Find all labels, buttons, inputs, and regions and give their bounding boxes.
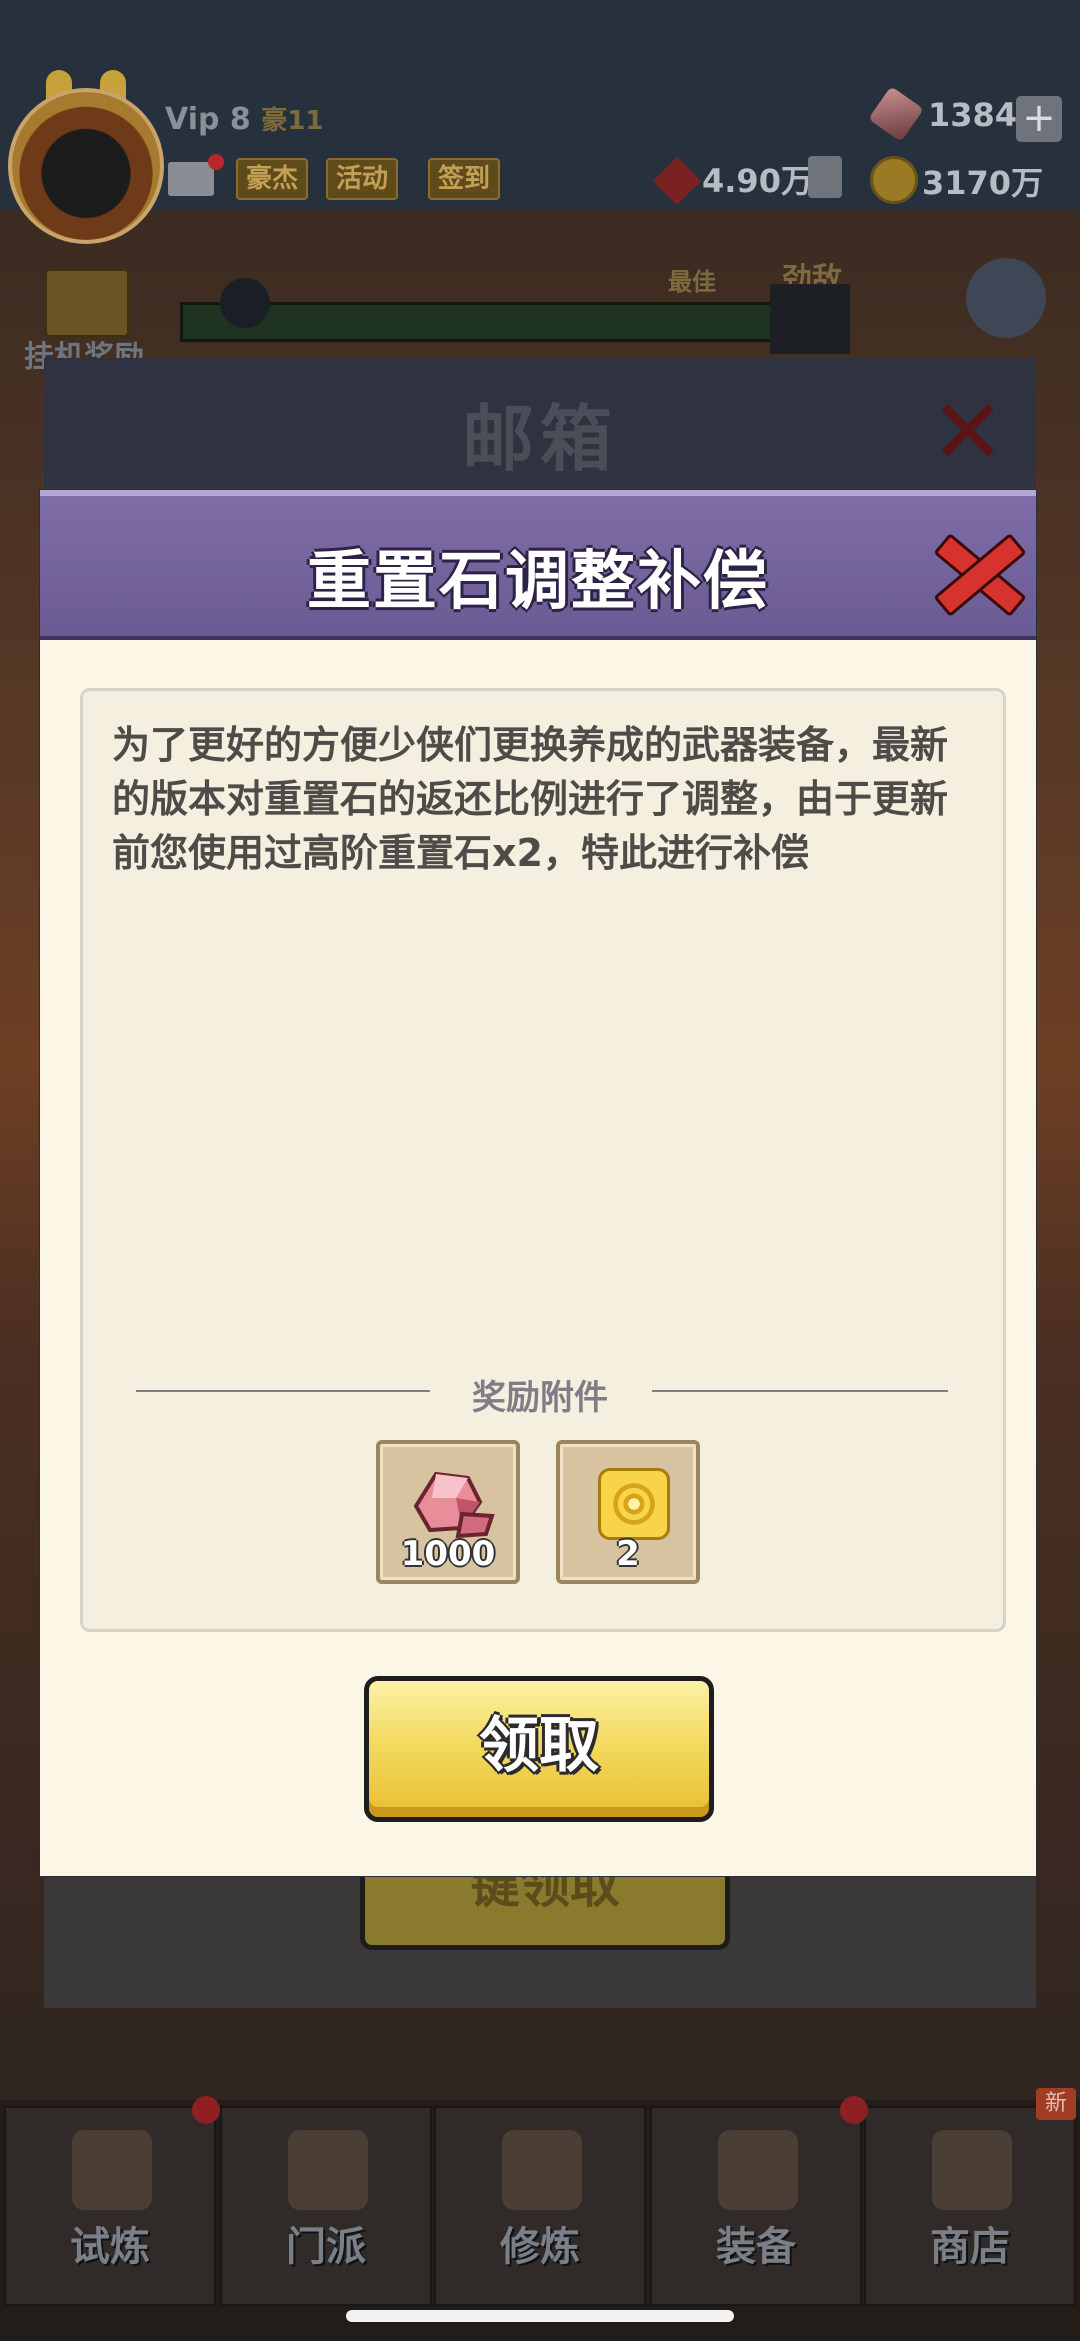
activity-button[interactable]: 活动 [326,158,399,200]
attachment-count: 1000 [400,1534,496,1574]
nav-label: 修炼 [500,2224,580,2270]
attachment-count: 2 [616,1534,640,1574]
attachment-slot[interactable]: 1000 [376,1440,520,1584]
ninja-icon [72,2130,152,2210]
nav-item-cultivate[interactable]: 修炼 [434,2106,646,2306]
nav-label: 门派 [286,2224,366,2270]
close-icon[interactable] [933,528,1027,618]
checkin-button[interactable]: 签到 [428,158,501,200]
mail-body: 为了更好的方便少侠们更换养成的武器装备，最新的版本对重置石的返还比例进行了调整，… [112,723,949,875]
gold-scroll-icon [598,1468,670,1540]
coin-icon [870,156,918,204]
coin-count: 3170万 [922,164,1044,202]
info-icon[interactable] [808,156,842,198]
nav-label: 装备 [716,2224,796,2270]
temple-icon [288,2130,368,2210]
nav-label: 试炼 [70,2224,150,2270]
notification-dot [208,154,224,170]
mail-icon[interactable] [168,162,214,196]
attachment-slot[interactable]: 2 [556,1440,700,1584]
book-icon [502,2130,582,2210]
rank-label: 豪11 [261,106,324,136]
hero-button[interactable]: 豪杰 [236,158,309,200]
mail-title: 重置石调整补偿 [307,545,769,619]
mailbox-close-icon[interactable]: ✕ [930,388,1005,478]
power-value: 4.90万 [702,162,813,200]
new-badge: 新 [1036,2088,1076,2120]
progress-bar [180,302,786,342]
enemy-portrait[interactable] [770,284,850,354]
reset-stone-icon [413,1471,495,1539]
avatar[interactable] [8,88,164,244]
player-marker-icon [220,278,270,328]
home-indicator[interactable] [346,2310,734,2322]
notification-dot [192,2096,220,2124]
vip-level: Vip 8 豪11 [165,102,324,137]
add-gems-button[interactable]: + [1016,96,1062,142]
nav-label: 商店 [930,2224,1010,2270]
chest-icon[interactable] [44,268,130,338]
attachments-label: 奖励附件 [472,1378,608,1418]
nav-item-equipment[interactable]: 装备 [650,2106,862,2306]
notification-dot [840,2096,868,2124]
shop-icon [932,2130,1012,2210]
claim-button-label: 领取 [479,1711,599,1781]
nav-item-shop[interactable]: 商店 [864,2106,1076,2306]
nav-item-sect[interactable]: 门派 [220,2106,432,2306]
side-avatar-icon[interactable] [966,258,1046,338]
nav-item-trial[interactable]: 试炼 [4,2106,216,2306]
best-label: 最佳 [668,268,716,296]
gem-count: 1384 [928,96,1018,134]
claim-button[interactable]: 领取 [364,1676,714,1822]
mailbox-title: 邮箱 [461,397,618,481]
sword-icon [718,2130,798,2210]
